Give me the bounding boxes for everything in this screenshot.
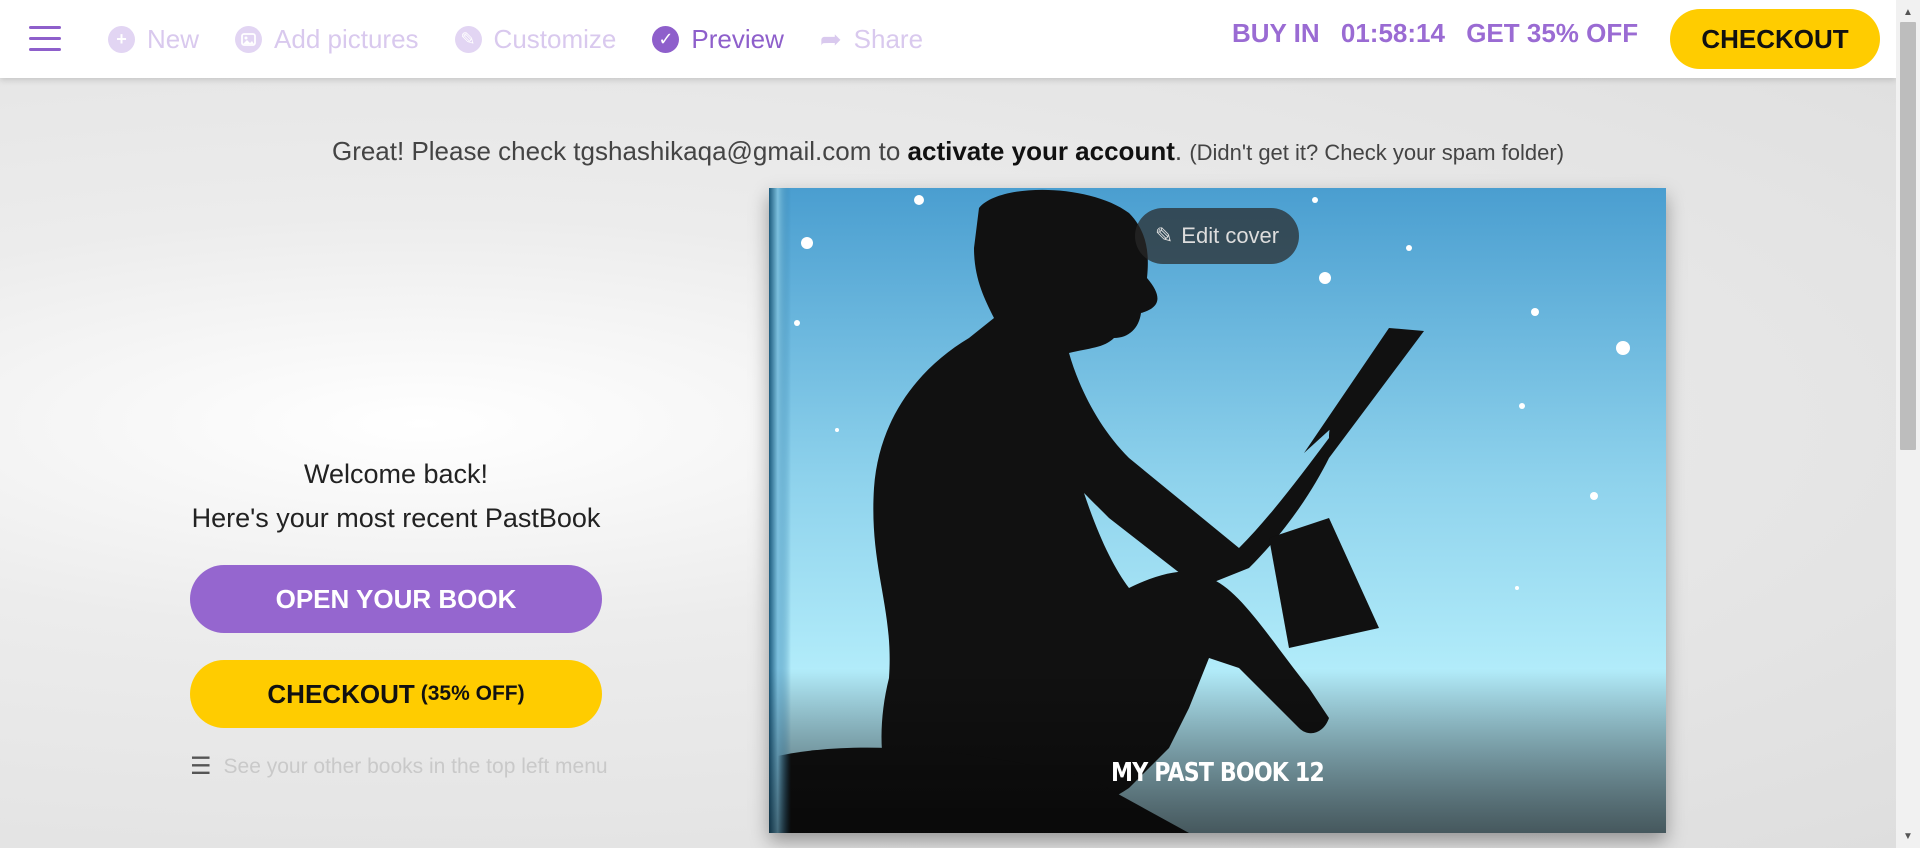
- step-preview[interactable]: ✓ Preview: [652, 23, 784, 55]
- step-share[interactable]: ➦ Share: [820, 24, 923, 55]
- promo-countdown: BUY IN 01:58:14 GET 35% OFF: [1232, 18, 1652, 49]
- step-preview-label: Preview: [691, 23, 784, 54]
- notice-bold: activate your account: [907, 136, 1175, 166]
- check-circle-icon: ✓: [652, 25, 680, 53]
- other-books-hint: ☰ See your other books in the top left m…: [190, 752, 608, 781]
- step-share-label: Share: [853, 23, 924, 54]
- scroll-up-arrow-icon[interactable]: ▲: [1896, 2, 1920, 22]
- share-arrow-icon: ➦: [819, 23, 842, 54]
- welcome-line-2: Here's your most recent PastBook: [191, 503, 601, 533]
- checkout-discount-button[interactable]: CHECKOUT (35% OFF): [190, 660, 602, 728]
- hamburger-menu-icon[interactable]: [29, 26, 61, 52]
- plus-circle-icon: +: [108, 25, 135, 53]
- book-cover-image: [769, 188, 1666, 833]
- pencil-icon: ✎: [1154, 223, 1174, 248]
- page-scrollbar[interactable]: ▲ ▼: [1896, 0, 1920, 848]
- step-customize-label: Customize: [493, 23, 617, 54]
- scrollbar-thumb[interactable]: [1900, 22, 1916, 450]
- open-book-button[interactable]: OPEN YOUR BOOK: [190, 565, 602, 633]
- promo-timer: 01:58:14: [1340, 18, 1445, 48]
- scroll-down-arrow-icon[interactable]: ▼: [1896, 826, 1920, 846]
- promo-offer: GET 35% OFF: [1466, 18, 1639, 48]
- book-title: MY PAST BOOK 12: [1111, 758, 1325, 788]
- book-cover-preview[interactable]: ✎ Edit cover MY PAST BOOK 12: [769, 188, 1666, 833]
- step-new[interactable]: + New: [108, 24, 199, 55]
- hint-text: See your other books in the top left men…: [223, 754, 608, 778]
- edit-cover-button[interactable]: ✎ Edit cover: [1135, 208, 1299, 264]
- promo-buy-in: BUY IN: [1232, 18, 1320, 48]
- checkout-button-top[interactable]: CHECKOUT: [1670, 9, 1880, 69]
- welcome-line-1: Welcome back!: [303, 459, 489, 489]
- step-customize[interactable]: ✎ Customize: [454, 23, 617, 55]
- notice-spam-hint: (Didn't get it? Check your spam folder): [1189, 140, 1565, 165]
- notice-suffix: .: [1174, 136, 1183, 166]
- account-activation-notice: Great! Please check tgshashikaqa@gmail.c…: [0, 136, 1896, 167]
- image-icon: [235, 25, 263, 53]
- pencil-circle-icon: ✎: [454, 25, 482, 53]
- step-new-label: New: [147, 23, 200, 54]
- top-navigation-bar: + New Add pictures ✎ Customize ✓ Preview…: [0, 0, 1896, 78]
- welcome-message: Welcome back! Here's your most recent Pa…: [190, 452, 602, 540]
- checkout-discount-label: (35% OFF): [420, 682, 525, 705]
- step-navigation: + New Add pictures ✎ Customize ✓ Preview…: [108, 0, 959, 78]
- edit-cover-label: Edit cover: [1181, 223, 1280, 248]
- menu-lines-icon: ☰: [190, 753, 212, 780]
- step-add-pictures[interactable]: Add pictures: [235, 24, 419, 55]
- step-add-pictures-label: Add pictures: [274, 23, 419, 54]
- notice-prefix: Great! Please check tgshashikaqa@gmail.c…: [331, 136, 901, 166]
- checkout-button-label: CHECKOUT: [267, 678, 415, 709]
